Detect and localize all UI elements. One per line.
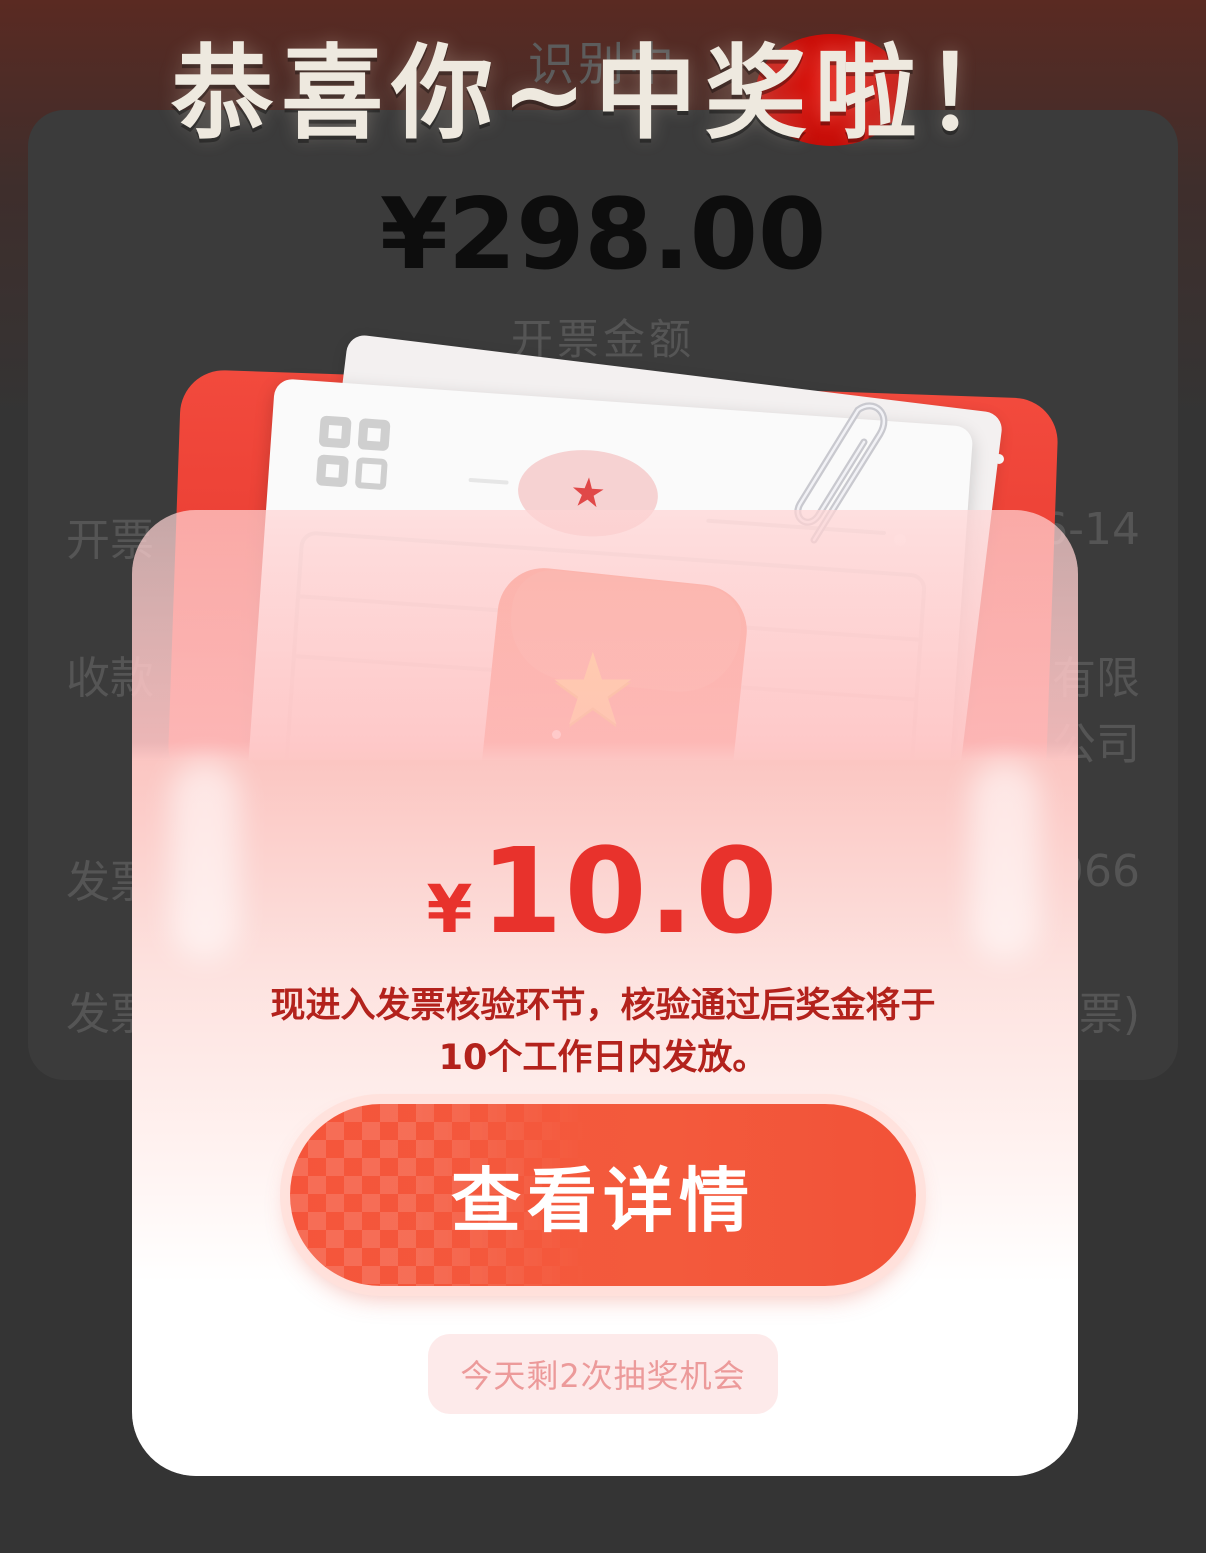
paper-line [468, 477, 509, 485]
invoice-amount-label: 开票金额 [510, 315, 695, 364]
qr-code-icon [315, 415, 391, 491]
prize-amount: ¥10.0 [0, 822, 1206, 960]
invoice-amount: ¥298.00 [379, 178, 827, 292]
view-details-label: 查看详情 [451, 1159, 755, 1242]
prize-description: 现进入发票核验环节，核验通过后奖金将于10个工作日内发放。 [270, 986, 936, 1078]
popup-card-window [132, 510, 1078, 760]
prize-currency: ¥ [426, 871, 473, 948]
view-details-button[interactable]: 查看详情 [290, 1104, 916, 1286]
prize-value: 10.0 [480, 822, 780, 960]
popup-title: 恭喜你~中奖啦！ [171, 35, 1035, 154]
remaining-chances-badge: 今天剩2次抽奖机会 [428, 1334, 778, 1414]
row-value-invoice-type: 票) [1078, 989, 1140, 1040]
